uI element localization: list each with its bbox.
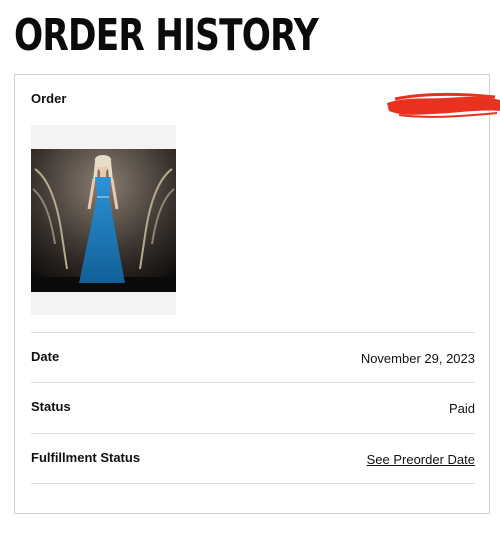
detail-row-date: Date November 29, 2023 [31, 332, 475, 383]
order-label: Order [31, 91, 67, 106]
detail-row-fulfillment: Fulfillment Status See Preorder Date [31, 433, 475, 484]
page-title: ORDER HISTORY [14, 10, 319, 61]
order-card: Order Date November 29, 2023 Status Paid… [14, 74, 500, 514]
fulfillment-status-label: Fulfillment Status [31, 450, 141, 465]
date-label: Date [31, 349, 60, 364]
date-value: November 29, 2023 [360, 351, 475, 366]
detail-row-next [31, 483, 475, 534]
redaction-scribble [387, 93, 500, 118]
detail-row-status: Status Paid [31, 382, 475, 433]
status-value: Paid [448, 401, 475, 416]
status-label: Status [31, 399, 71, 414]
see-preorder-date-link[interactable]: See Preorder Date [367, 452, 475, 467]
product-image[interactable] [31, 149, 176, 292]
product-thumbnail[interactable] [31, 125, 176, 315]
